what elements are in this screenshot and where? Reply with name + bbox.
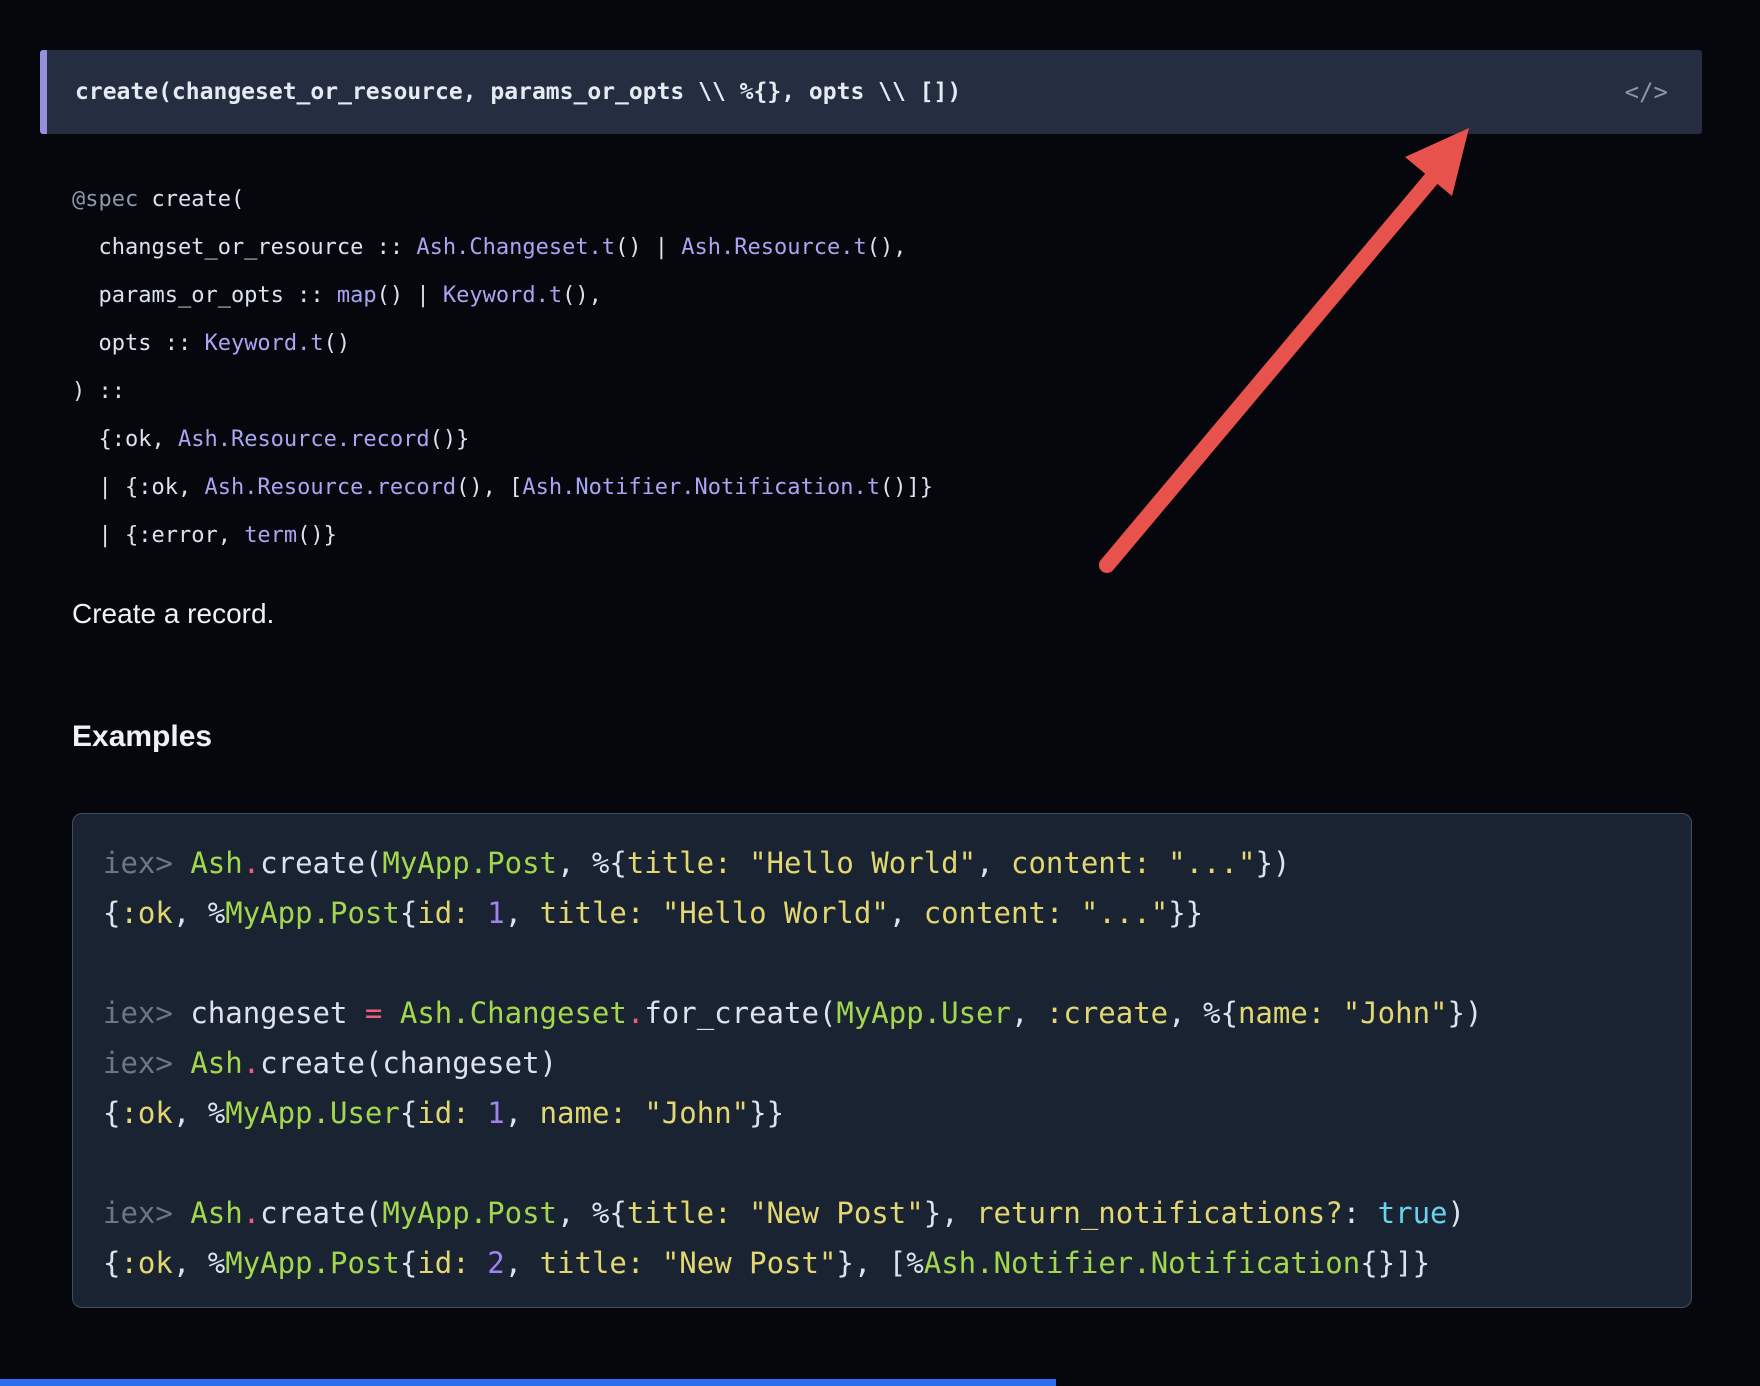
code-line: iex> Ash.create(changeset) xyxy=(103,1038,1661,1088)
function-signature-header: create(changeset_or_resource, params_or_… xyxy=(40,50,1702,134)
code-line xyxy=(103,938,1661,988)
code-line: | {:error, term()} xyxy=(72,512,933,560)
code-line xyxy=(103,1138,1661,1188)
code-line: params_or_opts :: map() | Keyword.t(), xyxy=(72,272,933,320)
examples-heading: Examples xyxy=(72,720,212,754)
red-arrow-shaft xyxy=(1107,172,1437,565)
code-line: {:ok, %MyApp.Post{id: 2, title: "New Pos… xyxy=(103,1238,1661,1288)
code-line: {:ok, %MyApp.Post{id: 1, title: "Hello W… xyxy=(103,888,1661,938)
code-line: @spec create( xyxy=(72,176,933,224)
view-source-icon[interactable]: </> xyxy=(1625,78,1668,106)
code-line: iex> changeset = Ash.Changeset.for_creat… xyxy=(103,988,1661,1038)
code-line: iex> Ash.create(MyApp.Post, %{title: "Ne… xyxy=(103,1188,1661,1238)
example-code: iex> Ash.create(MyApp.Post, %{title: "He… xyxy=(103,838,1661,1288)
red-arrow-head xyxy=(1405,128,1469,196)
horizontal-scrollbar[interactable] xyxy=(0,1379,1056,1386)
code-line: changset_or_resource :: Ash.Changeset.t(… xyxy=(72,224,933,272)
function-signature: create(changeset_or_resource, params_or_… xyxy=(75,79,961,105)
code-line: iex> Ash.create(MyApp.Post, %{title: "He… xyxy=(103,838,1661,888)
code-line: opts :: Keyword.t() xyxy=(72,320,933,368)
code-line: {:ok, Ash.Resource.record()} xyxy=(72,416,933,464)
code-line: {:ok, %MyApp.User{id: 1, name: "John"}} xyxy=(103,1088,1661,1138)
typespec-block: @spec create( changset_or_resource :: As… xyxy=(72,176,933,560)
function-description: Create a record. xyxy=(72,598,274,630)
example-code-block: iex> Ash.create(MyApp.Post, %{title: "He… xyxy=(72,813,1692,1308)
code-line: | {:ok, Ash.Resource.record(), [Ash.Noti… xyxy=(72,464,933,512)
page: { "header": { "signature": "create(chang… xyxy=(0,0,1760,1386)
code-line: ) :: xyxy=(72,368,933,416)
